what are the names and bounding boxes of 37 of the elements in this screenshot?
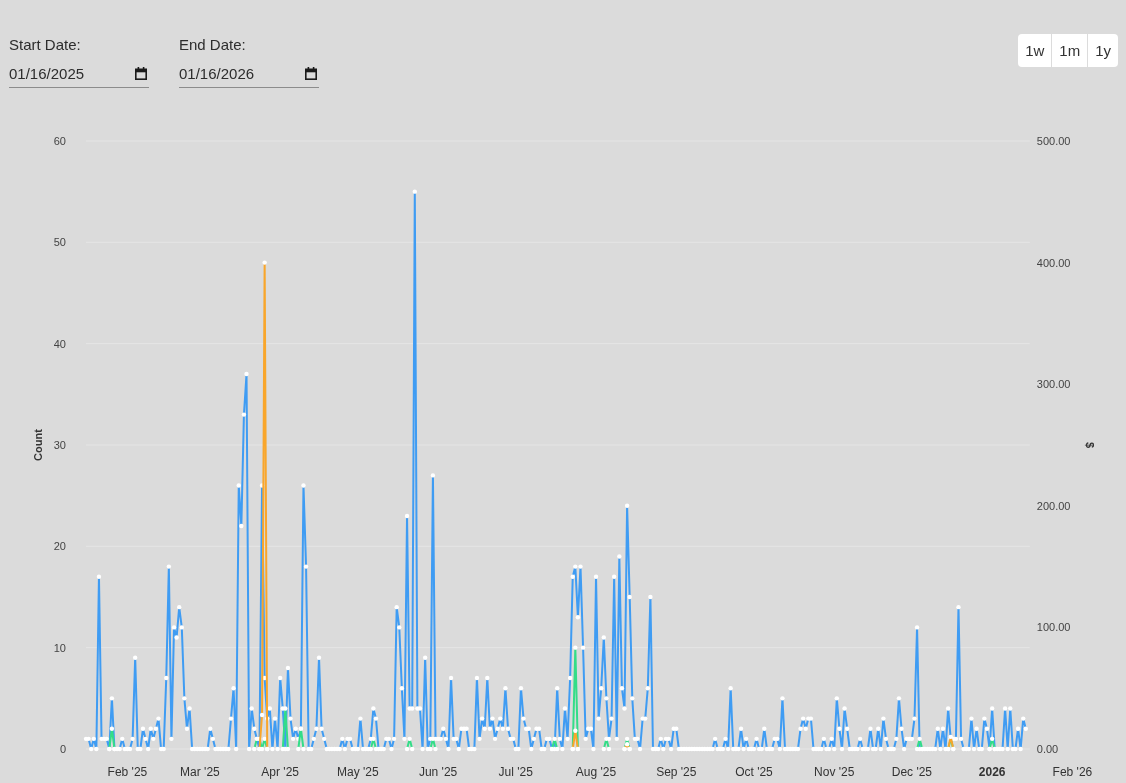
axis-tick-label: Feb '26	[1052, 765, 1093, 779]
axis-tick-label: Jul '25	[498, 765, 533, 779]
range-button[interactable]: 1w	[1018, 34, 1052, 67]
axis-tick-label: 400.00	[1036, 256, 1071, 269]
range-button[interactable]: 1m	[1051, 34, 1088, 67]
axis-tick-label: 2026	[978, 765, 1006, 779]
axis-tick-label: Mar '25	[180, 765, 220, 779]
axis-tick-label: 20	[53, 540, 66, 553]
axis-tick-label: Dec '25	[891, 765, 933, 779]
axis-tick-label: May '25	[337, 765, 379, 779]
axis-tick-label: Oct '25	[735, 765, 773, 779]
axis-tick-label: 10	[53, 641, 66, 654]
axis-tick-label: 30	[53, 439, 66, 451]
axis-tick-label: Apr '25	[261, 765, 299, 779]
field-label: Start Date:	[9, 35, 81, 55]
axis-tick-label: Jun '25	[418, 765, 458, 779]
axis-title: Count	[32, 429, 44, 461]
calendar-icon[interactable]	[135, 66, 147, 80]
date-field[interactable]: 01/16/2026	[179, 59, 319, 88]
axis-tick-label: Sep '25	[656, 765, 697, 779]
axis-tick-label: 200.00	[1036, 499, 1071, 512]
field-label: End Date:	[179, 35, 246, 55]
axis-tick-label: 60	[53, 135, 66, 147]
axis-tick-label: Nov '25	[814, 765, 855, 779]
axis-tick-label: 100.00	[1036, 621, 1071, 634]
calendar-icon[interactable]	[305, 66, 317, 80]
axis-tick-label: 300.00	[1036, 378, 1071, 391]
axis-tick-label: 40	[53, 337, 66, 350]
date-field[interactable]: 01/16/2025	[9, 59, 149, 88]
axis-tick-label: 0	[59, 743, 66, 755]
axis-tick-label: 50	[53, 236, 66, 249]
axis-tick-label: Aug '25	[575, 765, 617, 779]
axis-tick-label: 0.00	[1036, 743, 1059, 755]
axis-tick-label: 500.00	[1036, 135, 1071, 147]
axis-title: $	[1084, 441, 1096, 449]
range-button[interactable]: 1y	[1087, 34, 1118, 67]
axis-tick-label: Feb '25	[107, 765, 148, 779]
